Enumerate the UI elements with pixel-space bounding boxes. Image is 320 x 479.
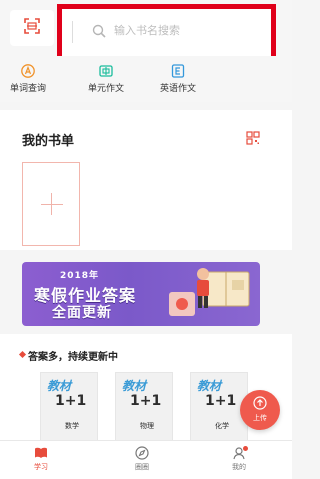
scan-icon bbox=[24, 18, 40, 38]
banner-year: 2018年 bbox=[60, 271, 100, 281]
book-card[interactable]: 教材 1+1 数学 bbox=[40, 372, 98, 444]
book-subject: 数学 bbox=[65, 422, 79, 430]
scan-button[interactable] bbox=[10, 10, 54, 46]
book-brand: 教材 bbox=[122, 379, 147, 393]
quick-item-unit-composition[interactable]: 单元作文 bbox=[82, 64, 130, 94]
book-subject: 物理 bbox=[140, 422, 154, 430]
quick-item-label: 单词查询 bbox=[10, 84, 47, 94]
compass-icon bbox=[135, 446, 149, 460]
header: 输入书名搜索 bbox=[0, 0, 292, 65]
add-book-button[interactable] bbox=[22, 162, 80, 246]
english-e-icon bbox=[171, 64, 185, 78]
book-subject: 化学 bbox=[215, 422, 229, 430]
nav-label: 圈圈 bbox=[135, 463, 149, 471]
app-screen: 输入书名搜索 单词查询 单元作文 英语作文 我的书单 2018年 寒假作业答案 … bbox=[0, 0, 292, 479]
quick-item-english-composition[interactable]: 英语作文 bbox=[154, 64, 202, 94]
upload-button[interactable]: 上传 bbox=[240, 390, 280, 430]
my-books-card: 我的书单 bbox=[0, 110, 292, 250]
quick-item-label: 英语作文 bbox=[159, 84, 196, 94]
qr-code-icon[interactable] bbox=[246, 130, 260, 149]
quick-item-label: 单元作文 bbox=[87, 84, 124, 94]
banner-illustration bbox=[169, 268, 250, 316]
banner-pagination bbox=[145, 318, 185, 324]
book-icon bbox=[34, 446, 48, 460]
recommend-section: 答案多，持续更新中 教材 1+1 数学 教材 1+1 物理 教材 1+1 化学 bbox=[0, 334, 292, 444]
quick-item-word-lookup[interactable]: 单词查询 bbox=[10, 64, 46, 94]
book-series: 1+1 bbox=[205, 393, 237, 409]
notification-badge bbox=[243, 446, 248, 451]
nav-item-study[interactable]: 学习 bbox=[11, 446, 71, 472]
bullet-diamond-icon bbox=[18, 350, 27, 359]
book-brand: 教材 bbox=[47, 379, 72, 393]
nav-label: 学习 bbox=[34, 463, 48, 471]
promo-banner[interactable]: 2018年 寒假作业答案 全面更新 bbox=[22, 262, 260, 326]
recommend-title: 答案多，持续更新中 bbox=[28, 352, 118, 363]
banner-subline: 全面更新 bbox=[52, 305, 112, 321]
my-books-title: 我的书单 bbox=[22, 134, 75, 149]
upload-label: 上传 bbox=[253, 414, 267, 422]
nav-label: 我的 bbox=[232, 463, 246, 471]
bottom-nav: 学习 圈圈 我的 bbox=[0, 440, 292, 479]
letter-a-icon bbox=[21, 64, 35, 78]
quick-menu: 单词查询 单元作文 英语作文 bbox=[0, 56, 292, 102]
book-brand: 教材 bbox=[197, 379, 222, 393]
book-card[interactable]: 教材 1+1 物理 bbox=[115, 372, 173, 444]
chinese-zhong-icon bbox=[99, 64, 113, 78]
book-series: 1+1 bbox=[130, 393, 162, 409]
nav-item-circle[interactable]: 圈圈 bbox=[112, 446, 172, 472]
nav-item-me[interactable]: 我的 bbox=[209, 446, 269, 472]
book-series: 1+1 bbox=[55, 393, 87, 409]
